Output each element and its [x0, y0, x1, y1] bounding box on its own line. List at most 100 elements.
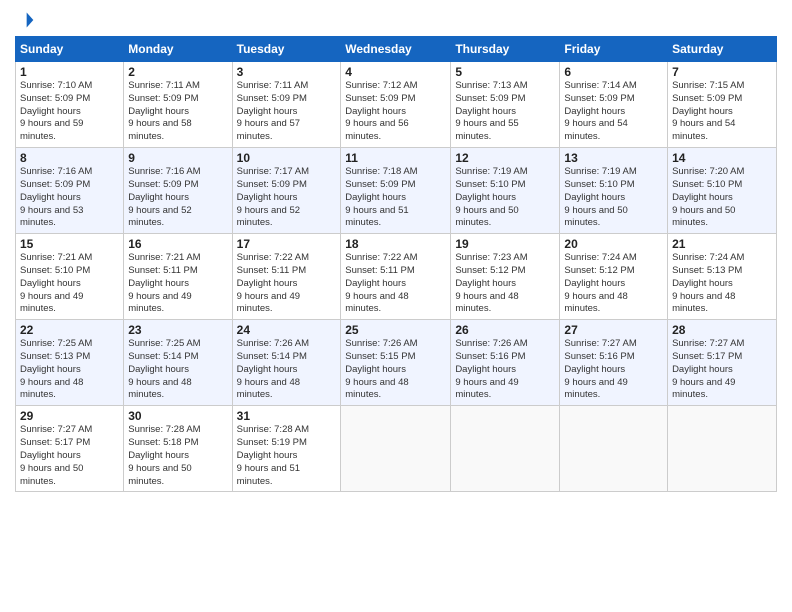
calendar-cell: 15Sunrise: 7:21 AMSunset: 5:10 PMDayligh…	[16, 234, 124, 320]
day-number: 12	[455, 151, 555, 165]
day-info: Sunrise: 7:24 AMSunset: 5:13 PMDaylight …	[672, 252, 772, 316]
calendar-cell: 3Sunrise: 7:11 AMSunset: 5:09 PMDaylight…	[232, 62, 341, 148]
day-number: 26	[455, 323, 555, 337]
day-info: Sunrise: 7:20 AMSunset: 5:10 PMDaylight …	[672, 166, 772, 230]
day-number: 17	[237, 237, 337, 251]
calendar-cell: 30Sunrise: 7:28 AMSunset: 5:18 PMDayligh…	[124, 406, 232, 492]
day-info: Sunrise: 7:25 AMSunset: 5:14 PMDaylight …	[128, 338, 227, 402]
calendar-cell: 22Sunrise: 7:25 AMSunset: 5:13 PMDayligh…	[16, 320, 124, 406]
day-info: Sunrise: 7:22 AMSunset: 5:11 PMDaylight …	[345, 252, 446, 316]
calendar-cell: 11Sunrise: 7:18 AMSunset: 5:09 PMDayligh…	[341, 148, 451, 234]
day-number: 31	[237, 409, 337, 423]
calendar-cell: 18Sunrise: 7:22 AMSunset: 5:11 PMDayligh…	[341, 234, 451, 320]
day-number: 3	[237, 65, 337, 79]
day-info: Sunrise: 7:27 AMSunset: 5:17 PMDaylight …	[672, 338, 772, 402]
day-number: 13	[564, 151, 663, 165]
calendar-cell: 6Sunrise: 7:14 AMSunset: 5:09 PMDaylight…	[560, 62, 668, 148]
day-info: Sunrise: 7:23 AMSunset: 5:12 PMDaylight …	[455, 252, 555, 316]
calendar-cell: 24Sunrise: 7:26 AMSunset: 5:14 PMDayligh…	[232, 320, 341, 406]
day-number: 15	[20, 237, 119, 251]
calendar-cell	[668, 406, 777, 492]
day-number: 30	[128, 409, 227, 423]
day-number: 19	[455, 237, 555, 251]
day-number: 2	[128, 65, 227, 79]
day-info: Sunrise: 7:18 AMSunset: 5:09 PMDaylight …	[345, 166, 446, 230]
day-number: 22	[20, 323, 119, 337]
calendar-cell: 12Sunrise: 7:19 AMSunset: 5:10 PMDayligh…	[451, 148, 560, 234]
weekday-header-thursday: Thursday	[451, 37, 560, 62]
day-info: Sunrise: 7:16 AMSunset: 5:09 PMDaylight …	[128, 166, 227, 230]
calendar-cell: 26Sunrise: 7:26 AMSunset: 5:16 PMDayligh…	[451, 320, 560, 406]
calendar-cell: 10Sunrise: 7:17 AMSunset: 5:09 PMDayligh…	[232, 148, 341, 234]
day-number: 21	[672, 237, 772, 251]
day-number: 7	[672, 65, 772, 79]
calendar-cell: 25Sunrise: 7:26 AMSunset: 5:15 PMDayligh…	[341, 320, 451, 406]
day-number: 1	[20, 65, 119, 79]
day-number: 28	[672, 323, 772, 337]
day-number: 25	[345, 323, 446, 337]
calendar-table: SundayMondayTuesdayWednesdayThursdayFrid…	[15, 36, 777, 492]
day-number: 20	[564, 237, 663, 251]
calendar-cell: 8Sunrise: 7:16 AMSunset: 5:09 PMDaylight…	[16, 148, 124, 234]
day-number: 10	[237, 151, 337, 165]
week-row-1: 1Sunrise: 7:10 AMSunset: 5:09 PMDaylight…	[16, 62, 777, 148]
weekday-header-saturday: Saturday	[668, 37, 777, 62]
calendar-cell: 9Sunrise: 7:16 AMSunset: 5:09 PMDaylight…	[124, 148, 232, 234]
calendar-cell: 16Sunrise: 7:21 AMSunset: 5:11 PMDayligh…	[124, 234, 232, 320]
calendar-cell	[341, 406, 451, 492]
day-number: 24	[237, 323, 337, 337]
day-info: Sunrise: 7:24 AMSunset: 5:12 PMDaylight …	[564, 252, 663, 316]
calendar-cell: 31Sunrise: 7:28 AMSunset: 5:19 PMDayligh…	[232, 406, 341, 492]
day-info: Sunrise: 7:25 AMSunset: 5:13 PMDaylight …	[20, 338, 119, 402]
calendar-cell: 29Sunrise: 7:27 AMSunset: 5:17 PMDayligh…	[16, 406, 124, 492]
day-info: Sunrise: 7:28 AMSunset: 5:18 PMDaylight …	[128, 424, 227, 488]
day-info: Sunrise: 7:12 AMSunset: 5:09 PMDaylight …	[345, 80, 446, 144]
day-info: Sunrise: 7:11 AMSunset: 5:09 PMDaylight …	[237, 80, 337, 144]
day-info: Sunrise: 7:28 AMSunset: 5:19 PMDaylight …	[237, 424, 337, 488]
weekday-header-row: SundayMondayTuesdayWednesdayThursdayFrid…	[16, 37, 777, 62]
week-row-2: 8Sunrise: 7:16 AMSunset: 5:09 PMDaylight…	[16, 148, 777, 234]
day-info: Sunrise: 7:15 AMSunset: 5:09 PMDaylight …	[672, 80, 772, 144]
day-number: 6	[564, 65, 663, 79]
week-row-5: 29Sunrise: 7:27 AMSunset: 5:17 PMDayligh…	[16, 406, 777, 492]
calendar-cell: 14Sunrise: 7:20 AMSunset: 5:10 PMDayligh…	[668, 148, 777, 234]
day-info: Sunrise: 7:10 AMSunset: 5:09 PMDaylight …	[20, 80, 119, 144]
weekday-header-tuesday: Tuesday	[232, 37, 341, 62]
day-number: 16	[128, 237, 227, 251]
weekday-header-wednesday: Wednesday	[341, 37, 451, 62]
weekday-header-sunday: Sunday	[16, 37, 124, 62]
calendar-cell: 28Sunrise: 7:27 AMSunset: 5:17 PMDayligh…	[668, 320, 777, 406]
calendar-cell: 21Sunrise: 7:24 AMSunset: 5:13 PMDayligh…	[668, 234, 777, 320]
day-info: Sunrise: 7:19 AMSunset: 5:10 PMDaylight …	[455, 166, 555, 230]
calendar-cell: 5Sunrise: 7:13 AMSunset: 5:09 PMDaylight…	[451, 62, 560, 148]
calendar-cell: 19Sunrise: 7:23 AMSunset: 5:12 PMDayligh…	[451, 234, 560, 320]
logo	[15, 10, 39, 30]
day-number: 8	[20, 151, 119, 165]
week-row-4: 22Sunrise: 7:25 AMSunset: 5:13 PMDayligh…	[16, 320, 777, 406]
weekday-header-monday: Monday	[124, 37, 232, 62]
day-number: 4	[345, 65, 446, 79]
day-number: 18	[345, 237, 446, 251]
calendar-cell: 7Sunrise: 7:15 AMSunset: 5:09 PMDaylight…	[668, 62, 777, 148]
day-info: Sunrise: 7:11 AMSunset: 5:09 PMDaylight …	[128, 80, 227, 144]
day-number: 5	[455, 65, 555, 79]
day-number: 23	[128, 323, 227, 337]
calendar-cell: 2Sunrise: 7:11 AMSunset: 5:09 PMDaylight…	[124, 62, 232, 148]
calendar-page: SundayMondayTuesdayWednesdayThursdayFrid…	[0, 0, 792, 612]
header	[15, 10, 777, 30]
day-info: Sunrise: 7:19 AMSunset: 5:10 PMDaylight …	[564, 166, 663, 230]
day-info: Sunrise: 7:26 AMSunset: 5:14 PMDaylight …	[237, 338, 337, 402]
weekday-header-friday: Friday	[560, 37, 668, 62]
calendar-cell: 23Sunrise: 7:25 AMSunset: 5:14 PMDayligh…	[124, 320, 232, 406]
day-info: Sunrise: 7:17 AMSunset: 5:09 PMDaylight …	[237, 166, 337, 230]
day-info: Sunrise: 7:16 AMSunset: 5:09 PMDaylight …	[20, 166, 119, 230]
calendar-cell: 13Sunrise: 7:19 AMSunset: 5:10 PMDayligh…	[560, 148, 668, 234]
week-row-3: 15Sunrise: 7:21 AMSunset: 5:10 PMDayligh…	[16, 234, 777, 320]
day-info: Sunrise: 7:14 AMSunset: 5:09 PMDaylight …	[564, 80, 663, 144]
day-info: Sunrise: 7:27 AMSunset: 5:16 PMDaylight …	[564, 338, 663, 402]
day-info: Sunrise: 7:21 AMSunset: 5:10 PMDaylight …	[20, 252, 119, 316]
day-number: 14	[672, 151, 772, 165]
calendar-cell: 27Sunrise: 7:27 AMSunset: 5:16 PMDayligh…	[560, 320, 668, 406]
calendar-cell	[451, 406, 560, 492]
calendar-cell: 20Sunrise: 7:24 AMSunset: 5:12 PMDayligh…	[560, 234, 668, 320]
